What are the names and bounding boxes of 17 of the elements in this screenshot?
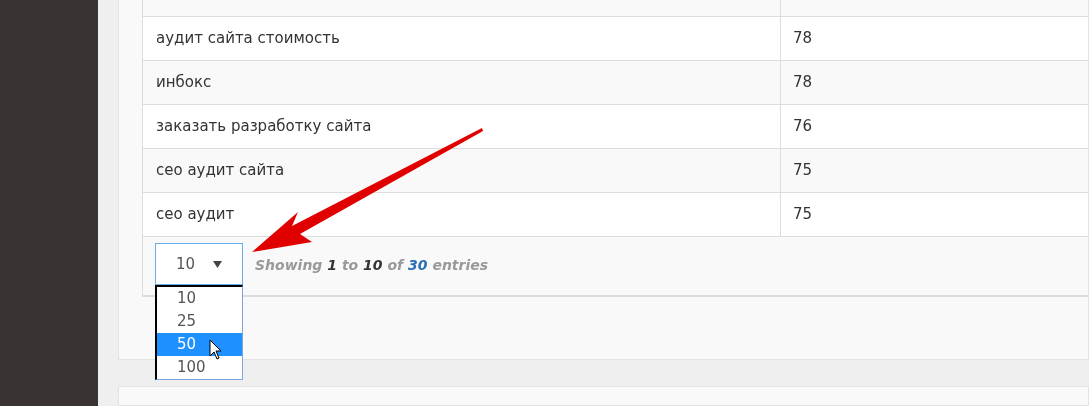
table-cell-text: 78 — [793, 72, 813, 94]
table-cell-text: сео аудит — [156, 204, 235, 226]
table-cell-text: 76 — [793, 116, 813, 138]
table-cell-text: 75 — [793, 204, 813, 226]
caret-icon — [213, 260, 222, 268]
dropdown-option[interactable]: 25 — [157, 310, 242, 333]
dropdown-option[interactable]: 10 — [157, 287, 242, 310]
cursor-icon — [209, 339, 223, 361]
table-cell-text: 78 — [793, 28, 813, 50]
table-cell-text: инбокс — [156, 72, 212, 94]
page-size-select[interactable]: 10 — [155, 243, 243, 285]
table-cell-text: 75 — [793, 160, 813, 182]
table-cell-text: заказать разработку сайта — [156, 116, 372, 138]
dropdown-option[interactable]: 100 — [157, 356, 242, 379]
table-cell-text: сео аудит сайта — [156, 160, 285, 182]
table-cell-text: аудит сайта стоимость — [156, 28, 340, 50]
entries-info: Showing 1 to 10 of 30 entries — [255, 256, 489, 275]
